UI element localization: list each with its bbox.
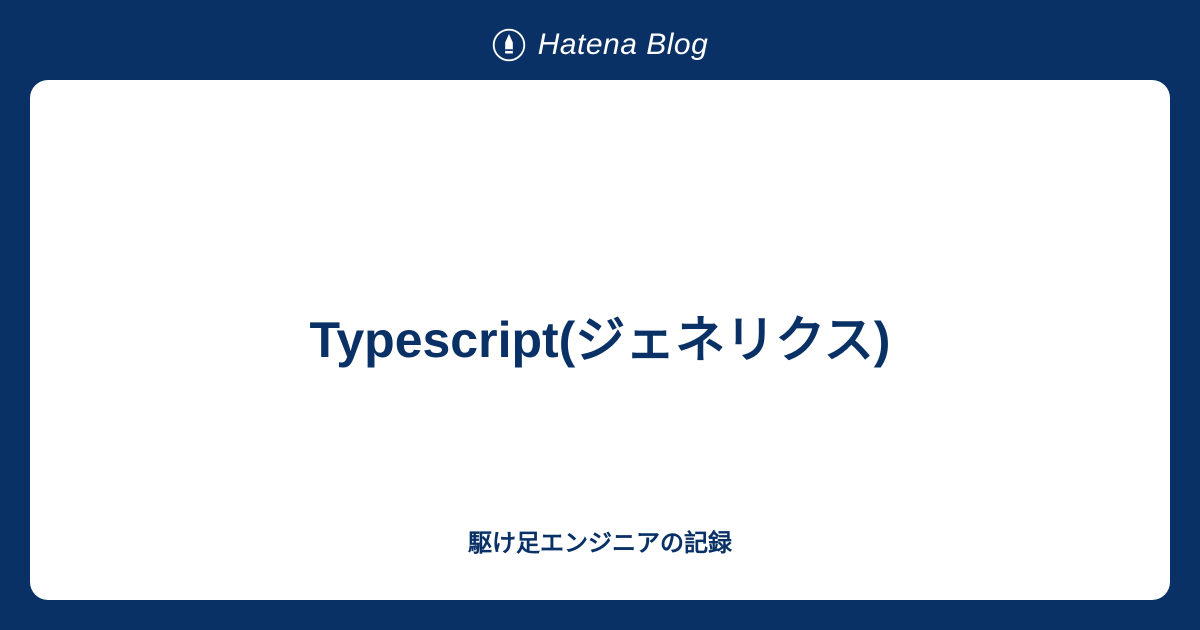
header: Hatena Blog — [492, 0, 709, 80]
blog-name: 駆け足エンジニアの記録 — [468, 523, 732, 558]
hatena-pen-icon — [492, 28, 526, 62]
content-card: Typescript(ジェネリクス) 駆け足エンジニアの記録 — [30, 80, 1170, 600]
article-title: Typescript(ジェネリクス) — [310, 305, 891, 375]
brand-name: Hatena Blog — [538, 28, 709, 62]
